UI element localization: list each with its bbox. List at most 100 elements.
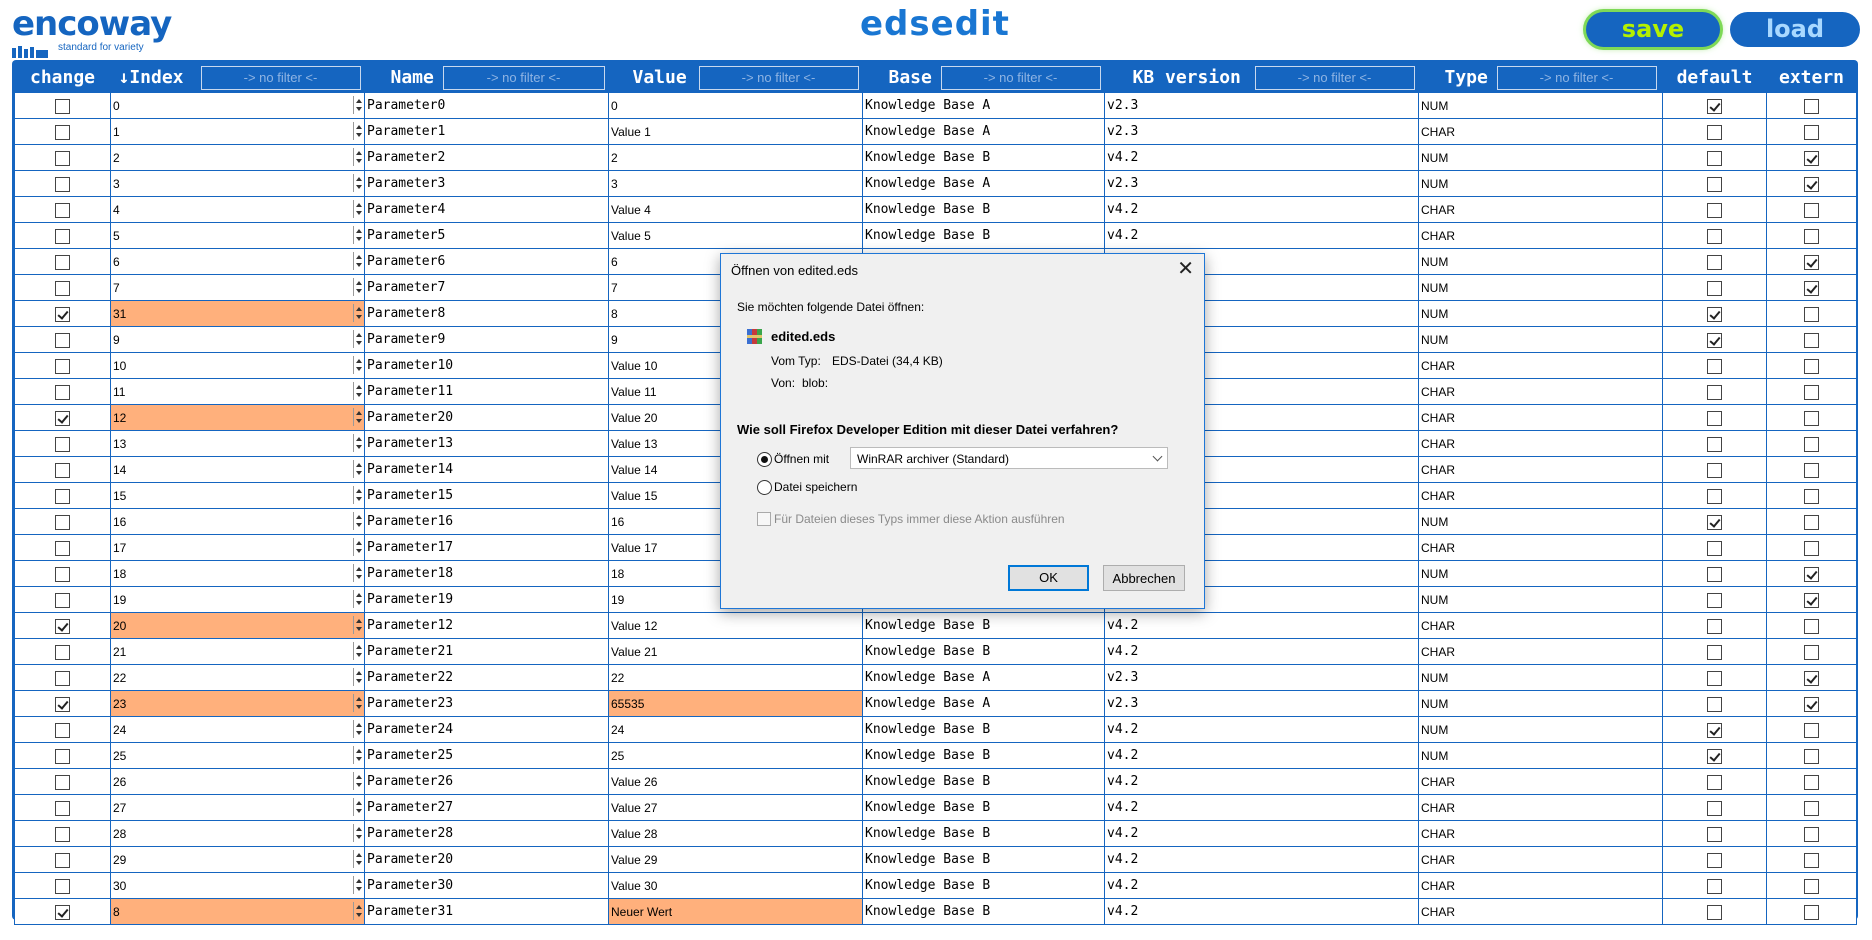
type-cell[interactable]: CHAR xyxy=(1418,820,1663,847)
open-with-radio[interactable] xyxy=(757,452,772,467)
index-stepper-icon[interactable] xyxy=(353,642,364,660)
value-cell[interactable]: Value 27 xyxy=(608,794,863,821)
name-cell[interactable]: Parameter19 xyxy=(364,586,609,613)
index-cell[interactable]: 11 xyxy=(110,378,365,405)
index-cell[interactable]: 10 xyxy=(110,352,365,379)
change-checkbox[interactable] xyxy=(55,904,70,920)
base-cell[interactable]: Knowledge Base A xyxy=(862,118,1105,145)
extern-checkbox[interactable] xyxy=(1804,384,1819,400)
index-stepper-icon[interactable] xyxy=(353,668,364,686)
type-cell[interactable]: CHAR xyxy=(1418,612,1663,639)
kb-version-cell[interactable]: v4.2 xyxy=(1104,612,1419,639)
type-cell[interactable]: NUM xyxy=(1418,586,1663,613)
kb-version-cell[interactable]: v4.2 xyxy=(1104,768,1419,795)
extern-checkbox[interactable] xyxy=(1804,202,1819,218)
value-cell[interactable]: Value 4 xyxy=(608,196,863,223)
name-cell[interactable]: Parameter27 xyxy=(364,794,609,821)
col-header-default[interactable]: default xyxy=(1662,62,1767,93)
name-cell[interactable]: Parameter0 xyxy=(364,92,609,119)
index-stepper-icon[interactable] xyxy=(353,824,364,842)
index-stepper-icon[interactable] xyxy=(353,616,364,634)
col-header-change[interactable]: change xyxy=(14,62,111,93)
extern-checkbox[interactable] xyxy=(1804,280,1819,296)
index-cell[interactable]: 1 xyxy=(110,118,365,145)
default-checkbox[interactable] xyxy=(1707,722,1722,738)
base-cell[interactable]: Knowledge Base B xyxy=(862,872,1105,899)
change-checkbox[interactable] xyxy=(55,306,70,322)
index-stepper-icon[interactable] xyxy=(353,278,364,296)
index-cell[interactable]: 5 xyxy=(110,222,365,249)
kb-version-cell[interactable]: v4.2 xyxy=(1104,196,1419,223)
value-cell[interactable]: Value 5 xyxy=(608,222,863,249)
col-header-name[interactable]: Name -> no filter <- xyxy=(364,62,609,93)
name-cell[interactable]: Parameter20 xyxy=(364,404,609,431)
base-cell[interactable]: Knowledge Base B xyxy=(862,846,1105,873)
default-checkbox[interactable] xyxy=(1707,98,1722,114)
name-cell[interactable]: Parameter1 xyxy=(364,118,609,145)
extern-checkbox[interactable] xyxy=(1804,332,1819,348)
base-cell[interactable]: Knowledge Base B xyxy=(862,196,1105,223)
change-checkbox[interactable] xyxy=(55,670,70,686)
index-cell[interactable]: 30 xyxy=(110,872,365,899)
type-cell[interactable]: CHAR xyxy=(1418,378,1663,405)
index-cell[interactable]: 26 xyxy=(110,768,365,795)
base-cell[interactable]: Knowledge Base B xyxy=(862,612,1105,639)
base-cell[interactable]: Knowledge Base B xyxy=(862,820,1105,847)
kb-version-cell[interactable]: v4.2 xyxy=(1104,222,1419,249)
default-checkbox[interactable] xyxy=(1707,124,1722,140)
extern-checkbox[interactable] xyxy=(1804,254,1819,270)
index-cell[interactable]: 25 xyxy=(110,742,365,769)
value-filter-input[interactable]: -> no filter <- xyxy=(698,66,859,90)
name-cell[interactable]: Parameter28 xyxy=(364,820,609,847)
kb-version-cell[interactable]: v2.3 xyxy=(1104,690,1419,717)
kb-version-cell[interactable]: v2.3 xyxy=(1104,664,1419,691)
index-cell[interactable]: 9 xyxy=(110,326,365,353)
default-checkbox[interactable] xyxy=(1707,150,1722,166)
extern-checkbox[interactable] xyxy=(1804,436,1819,452)
base-cell[interactable]: Knowledge Base B xyxy=(862,144,1105,171)
extern-checkbox[interactable] xyxy=(1804,566,1819,582)
default-checkbox[interactable] xyxy=(1707,592,1722,608)
change-checkbox[interactable] xyxy=(55,644,70,660)
index-cell[interactable]: 6 xyxy=(110,248,365,275)
change-checkbox[interactable] xyxy=(55,488,70,504)
change-checkbox[interactable] xyxy=(55,384,70,400)
default-checkbox[interactable] xyxy=(1707,904,1722,920)
change-checkbox[interactable] xyxy=(55,514,70,530)
extern-checkbox[interactable] xyxy=(1804,462,1819,478)
base-cell[interactable]: Knowledge Base B xyxy=(862,716,1105,743)
extern-checkbox[interactable] xyxy=(1804,176,1819,192)
extern-checkbox[interactable] xyxy=(1804,670,1819,686)
extern-checkbox[interactable] xyxy=(1804,904,1819,920)
extern-checkbox[interactable] xyxy=(1804,540,1819,556)
name-cell[interactable]: Parameter2 xyxy=(364,144,609,171)
value-cell[interactable]: Value 30 xyxy=(608,872,863,899)
index-stepper-icon[interactable] xyxy=(353,252,364,270)
default-checkbox[interactable] xyxy=(1707,696,1722,712)
default-checkbox[interactable] xyxy=(1707,878,1722,894)
save-button[interactable]: save xyxy=(1586,12,1720,47)
index-cell[interactable]: 13 xyxy=(110,430,365,457)
change-checkbox[interactable] xyxy=(55,228,70,244)
index-cell[interactable]: 20 xyxy=(110,612,365,639)
default-checkbox[interactable] xyxy=(1707,176,1722,192)
type-cell[interactable]: NUM xyxy=(1418,742,1663,769)
name-cell[interactable]: Parameter23 xyxy=(364,690,609,717)
kb-version-cell[interactable]: v4.2 xyxy=(1104,846,1419,873)
value-cell[interactable]: 2 xyxy=(608,144,863,171)
base-cell[interactable]: Knowledge Base B xyxy=(862,898,1105,925)
name-cell[interactable]: Parameter22 xyxy=(364,664,609,691)
load-button[interactable]: load xyxy=(1730,12,1860,47)
name-cell[interactable]: Parameter17 xyxy=(364,534,609,561)
type-cell[interactable]: CHAR xyxy=(1418,638,1663,665)
default-checkbox[interactable] xyxy=(1707,436,1722,452)
name-cell[interactable]: Parameter11 xyxy=(364,378,609,405)
kb-version-cell[interactable]: v4.2 xyxy=(1104,872,1419,899)
col-header-extern[interactable]: extern xyxy=(1766,62,1857,93)
kb-version-cell[interactable]: v4.2 xyxy=(1104,820,1419,847)
change-checkbox[interactable] xyxy=(55,202,70,218)
index-stepper-icon[interactable] xyxy=(353,460,364,478)
extern-checkbox[interactable] xyxy=(1804,228,1819,244)
col-header-index[interactable]: ↓Index -> no filter <- xyxy=(110,62,365,93)
index-cell[interactable]: 17 xyxy=(110,534,365,561)
